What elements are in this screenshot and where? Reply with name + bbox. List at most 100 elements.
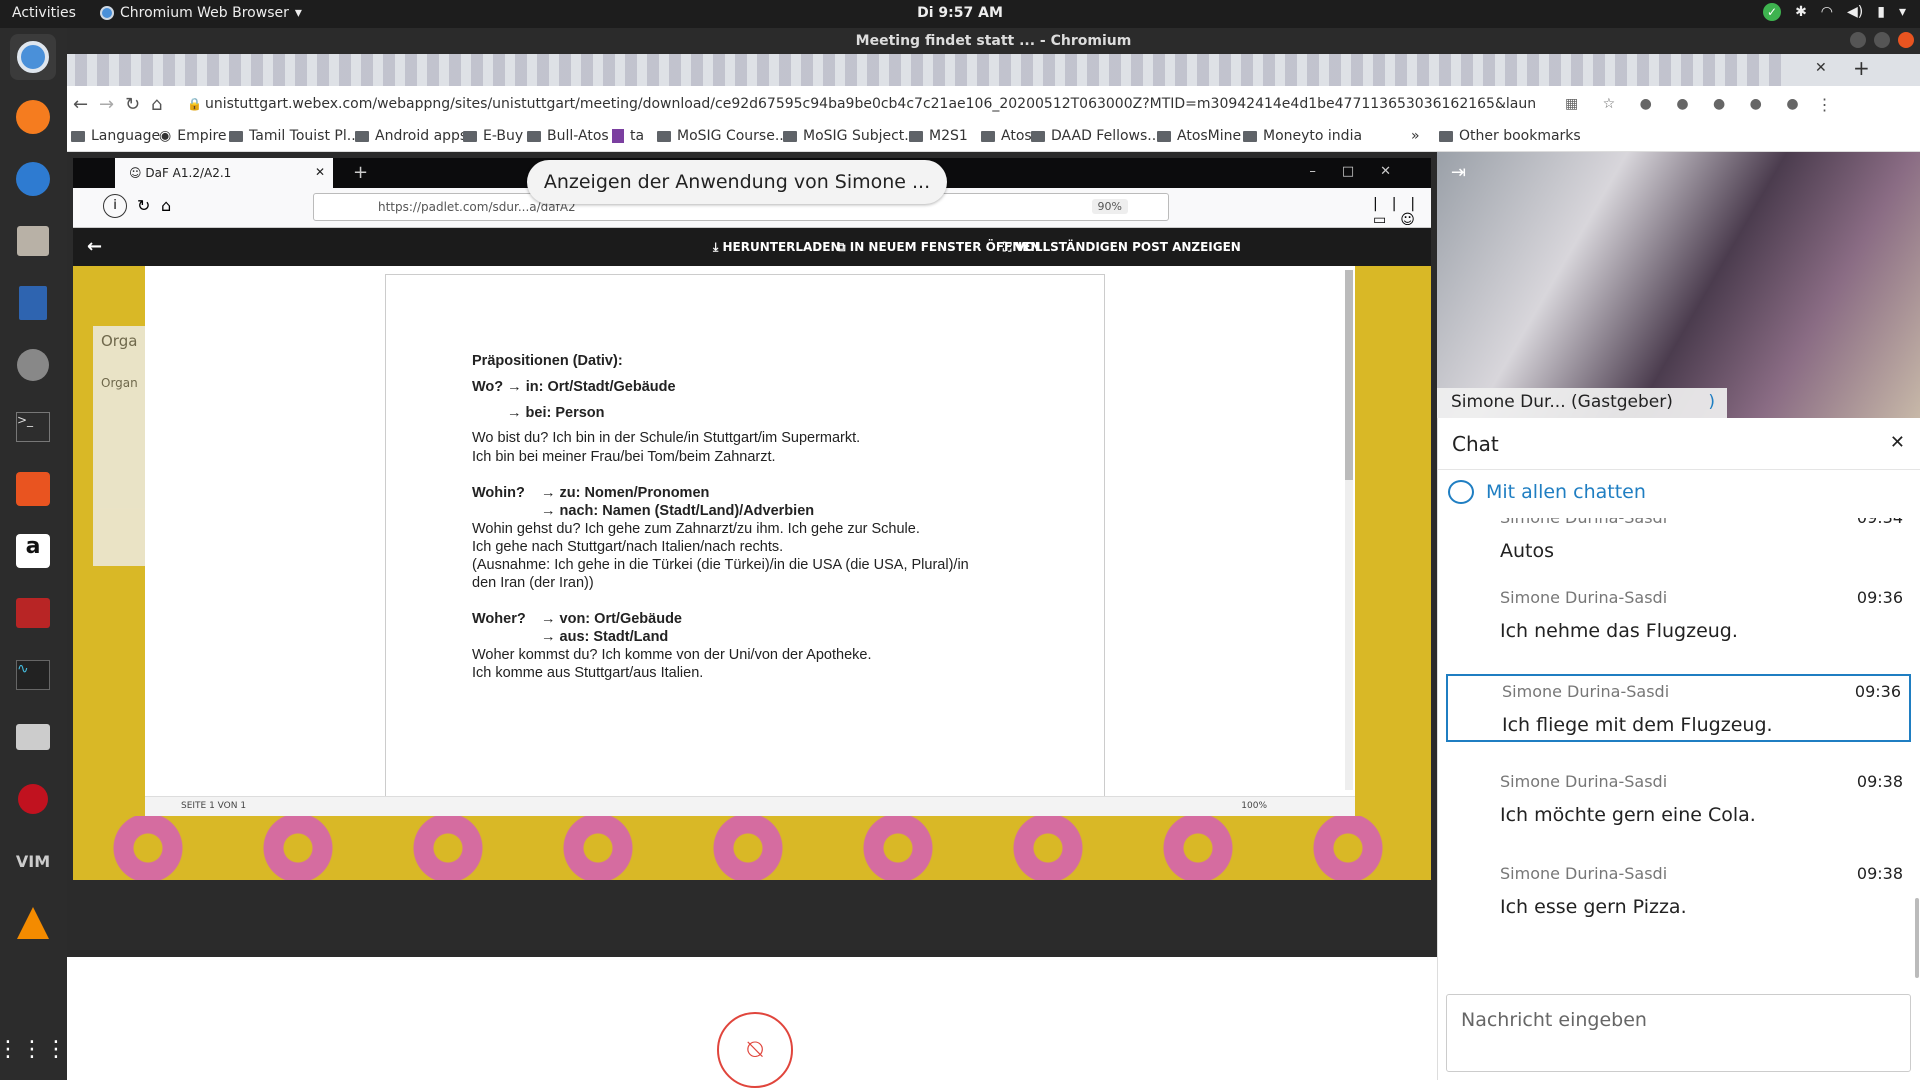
tab-favicons [71,54,1791,86]
padlet-board: ← ⤓ HERUNTERLADEN ⧉ IN NEUEM FENSTER ÖFF… [73,228,1431,880]
window-title: Meeting findet statt ... - Chromium [67,28,1920,54]
chat-message-selected[interactable]: Simone Durina-Sasdi 09:36 Ich fliege mit… [1446,674,1911,742]
back-icon[interactable]: ← [73,94,99,115]
zoom-badge: 90% [1091,199,1128,214]
folder-icon [783,130,797,142]
forward-icon[interactable]: → [99,94,125,115]
volume-icon: ◀) [1847,4,1864,20]
chromium-icon[interactable] [10,34,56,80]
bookmark-ebuy[interactable]: E-Buy [463,128,523,144]
files-icon[interactable] [10,218,56,264]
chat-message: Simone Durina-Sasdi 09:38 Ich möchte ger… [1500,772,1903,826]
sharing-banner[interactable]: Anzeigen der Anwendung von Simone ... [527,160,947,204]
tab-close-icon[interactable]: ✕ [1815,60,1827,76]
close-button[interactable] [1898,32,1914,48]
video-frame [1437,152,1920,418]
amazon-icon[interactable]: a [10,528,56,574]
chat-message-input[interactable]: Nachricht eingeben [1446,994,1911,1072]
lock-icon: 🔒 [187,97,202,111]
bookmark-mosig-subject[interactable]: MoSIG Subject... [783,128,918,144]
mute-button[interactable]: ⍉ [717,1012,793,1088]
bookmark-daad[interactable]: DAAD Fellows... [1031,128,1161,144]
bookmark-empire[interactable]: ◉ Empire [159,128,227,144]
folder-icon [463,130,477,142]
tab-strip: ✕ + [67,54,1920,86]
padlet-post-header: ← ⤓ HERUNTERLADEN ⧉ IN NEUEM FENSTER ÖFF… [73,228,1431,266]
folder-icon [1031,130,1045,142]
system-tray[interactable]: ✓ ✱ ◠ ◀) ▮ ▾ [1763,3,1906,21]
camera-icon[interactable] [10,714,56,760]
software-center-icon[interactable] [10,466,56,512]
app-menu[interactable]: Chromium Web Browser ▾ [100,5,302,21]
maximize-button[interactable] [1874,32,1890,48]
system-top-bar: Activities Chromium Web Browser ▾ Di 9:5… [0,0,1920,28]
thunderbird-icon[interactable] [10,156,56,202]
reload-icon[interactable]: ↻ [125,94,151,115]
chat-messages: Simone Durina-Sasdi 09:34 Autos Simone D… [1438,518,1920,988]
doc-status-bar: SEITE 1 VON 1 100% [145,796,1355,816]
bookmark-tamil[interactable]: Tamil Touist Pl... [229,128,360,144]
bookmark-android[interactable]: Android apps [355,128,467,144]
chat-recipient[interactable]: Mit allen chatten [1448,480,1646,504]
extension-icons[interactable]: ▦ ☆ ● ● ● ● ● [1565,96,1809,112]
close-icon[interactable]: ✕ [1890,432,1905,453]
chat-panel: Chat ✕ Mit allen chatten Simone Durina-S… [1437,418,1920,1080]
document-viewer: Präpositionen (Dativ): Wo? → in: Ort/Sta… [145,266,1355,816]
bookmark-language[interactable]: Language [71,128,160,144]
microphone-muted-icon: ⍉ [747,1034,763,1065]
chromium-window: Meeting findet statt ... - Chromium ✕ + … [67,28,1920,1088]
firefox-icon[interactable] [10,94,56,140]
donut-pattern [73,816,1431,880]
vlc-icon[interactable] [10,900,56,946]
vim-icon[interactable]: VIM [10,838,56,884]
bookmark-m2s1[interactable]: M2S1 [909,128,968,144]
folder-icon [527,130,541,142]
new-tab-button[interactable]: + [1853,56,1870,80]
info-icon: i [103,194,127,218]
bookmark-atos[interactable]: Atos [981,128,1032,144]
chat-scrollbar[interactable] [1915,898,1919,978]
folder-icon [229,130,243,142]
reload-icon: ↻ [137,196,151,215]
minimize-button[interactable] [1850,32,1866,48]
system-monitor-icon[interactable]: ∿ [10,652,56,698]
shared-screen: ☺ DaF A1.2/A2.1 ✕ + –□✕ i ↻ ⌂ https://pa… [67,152,1437,957]
home-icon[interactable]: ⌂ [151,94,181,115]
collapse-icon[interactable]: ⇥ [1451,162,1466,183]
folder-icon [657,130,671,142]
writer-icon[interactable] [10,280,56,326]
share-bottom-bar [67,880,1437,957]
bookmark-bull-atos[interactable]: Bull-Atos [527,128,609,144]
show-apps-icon[interactable]: ⋮⋮⋮ [0,1026,67,1072]
bookmark-mosig-course[interactable]: MoSIG Course... [657,128,788,144]
browser-toolbar: ← → ↻ ⌂ 🔒 unistuttgart.webex.com/webappn… [67,86,1920,122]
bookmark-moneyto[interactable]: Moneyto india [1243,128,1362,144]
battery-icon: ▮ [1877,4,1885,20]
bookmark-ta[interactable]: ta [612,128,644,144]
app-menu-label: Chromium Web Browser [120,5,289,21]
chevron-down-icon: ▾ [294,5,302,21]
terminal-icon[interactable]: >_ [10,404,56,450]
bluetooth-icon: ✱ [1795,4,1807,20]
padlet-side-card: Orga Organ [93,326,145,566]
bookmarks-overflow[interactable]: » [1411,128,1420,144]
chat-message: Simone Durina-Sasdi 09:38 Ich esse gern … [1500,864,1903,918]
address-bar[interactable]: unistuttgart.webex.com/webappng/sites/un… [205,96,1535,112]
chat-bubble-icon [1448,480,1474,504]
folder-icon [1157,130,1171,142]
other-bookmarks[interactable]: Other bookmarks [1439,128,1581,144]
menu-icon[interactable]: ⋮ [1817,95,1833,114]
folder-icon [71,130,85,142]
dock: >_ a ∿ VIM ⋮⋮⋮ [0,28,67,1080]
download-link: ⤓ HERUNTERLADEN [713,240,841,254]
cherry-icon[interactable] [10,776,56,822]
bookmark-atosmine[interactable]: AtosMine [1157,128,1241,144]
chat-header: Chat ✕ [1438,418,1920,470]
participant-name-label: Simone Dur... (Gastgeber) ) [1437,388,1727,418]
firefox-tab: ☺ DaF A1.2/A2.1 ✕ [115,158,333,188]
clock[interactable]: Di 9:57 AM [917,5,1003,21]
speaker-icon[interactable] [10,342,56,388]
webex-meeting-page: ☺ DaF A1.2/A2.1 ✕ + –□✕ i ↻ ⌂ https://pa… [67,152,1920,1088]
app-icon[interactable] [10,590,56,636]
activities-button[interactable]: Activities [12,5,76,21]
